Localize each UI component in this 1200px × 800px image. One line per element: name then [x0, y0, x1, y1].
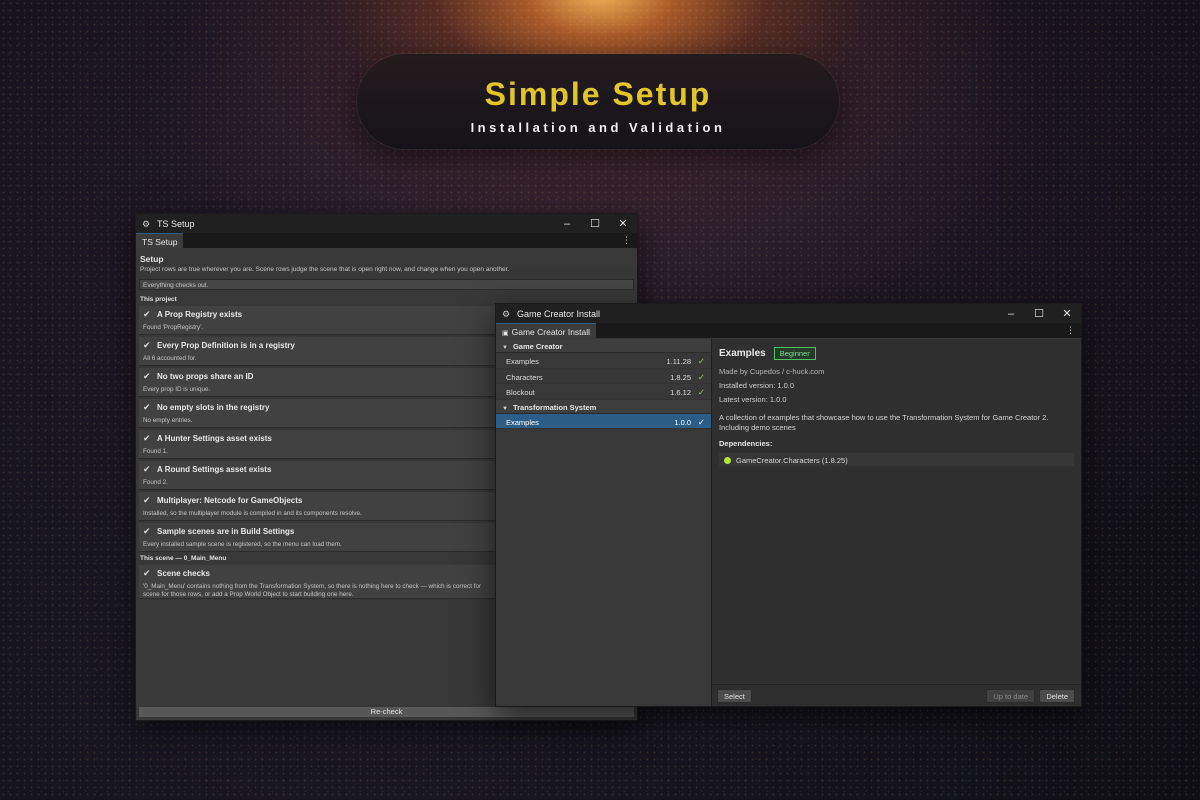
close-icon[interactable]: ✕	[609, 217, 637, 230]
checkmark-icon: ✔	[143, 340, 151, 350]
checkmark-icon: ✔	[143, 402, 151, 412]
checkmark-icon: ✔	[143, 433, 151, 443]
maximize-icon[interactable]: ☐	[1025, 307, 1053, 320]
project-section-label: This project	[140, 296, 177, 303]
ts-tabbar: TS Setup ⋮	[136, 233, 637, 248]
status-box: Everything checks out.	[139, 279, 634, 290]
latest-version: Latest version: 1.0.0	[719, 395, 787, 404]
checkmark-icon: ✓	[697, 356, 705, 366]
group-header[interactable]: ▼ Game Creator	[496, 339, 711, 353]
recheck-button[interactable]: Re-check	[139, 707, 634, 717]
package-item[interactable]: Examples 1.11.28 ✓	[496, 353, 711, 369]
ts-titlebar[interactable]: ⚙ TS Setup – ☐ ✕	[136, 214, 637, 233]
minimize-icon[interactable]: –	[553, 218, 581, 230]
window-icon: ▣	[502, 330, 509, 337]
triangle-down-icon: ▼	[502, 405, 508, 412]
checkmark-icon: ✔	[143, 309, 151, 319]
close-icon[interactable]: ✕	[1053, 307, 1081, 320]
installed-version: Installed version: 1.0.0	[719, 381, 795, 390]
package-item[interactable]: Characters 1.8.25 ✓	[496, 369, 711, 384]
setup-heading: Setup	[140, 254, 164, 264]
checkmark-icon: ✔	[143, 464, 151, 474]
ts-window-title: TS Setup	[157, 218, 195, 229]
maximize-icon[interactable]: ☐	[581, 217, 609, 230]
title-banner: Simple Setup Installation and Validation	[357, 54, 839, 149]
package-name: Examples	[506, 357, 539, 366]
difficulty-badge: Beginner	[773, 347, 816, 360]
package-version: 1.0.0	[674, 417, 691, 427]
gc-window-title: Game Creator Install	[517, 308, 601, 319]
kebab-icon[interactable]: ⋮	[1066, 325, 1075, 336]
package-item-selected[interactable]: Examples 1.0.0 ✓	[496, 413, 711, 429]
package-version: 1.11.28	[666, 357, 691, 366]
package-item[interactable]: Blockout 1.6.12 ✓	[496, 384, 711, 400]
checkmark-icon: ✓	[697, 416, 705, 427]
gc-tabbar: ▣ Game Creator Install ⋮	[496, 323, 1081, 338]
banner-subtitle: Installation and Validation	[470, 120, 726, 135]
delete-button[interactable]: Delete	[1039, 689, 1075, 703]
setup-description: Project rows are true wherever you are. …	[140, 266, 510, 273]
minimize-icon[interactable]: –	[997, 308, 1025, 320]
checkmark-icon: ✔	[143, 526, 151, 536]
gear-icon: ⚙	[142, 218, 151, 229]
dependency-item: GameCreator.Characters (1.8.25)	[719, 453, 1074, 466]
select-button[interactable]: Select	[717, 689, 752, 703]
package-name: Examples	[506, 417, 539, 427]
detail-footer: Select Up to date Delete	[712, 684, 1081, 706]
package-list: ▼ Game Creator Examples 1.11.28 ✓ Charact…	[496, 339, 712, 706]
game-creator-install-window: ⚙ Game Creator Install – ☐ ✕ ▣ Game Creat…	[495, 303, 1082, 707]
group-name: Transformation System	[512, 402, 597, 412]
checkmark-icon: ✔	[143, 567, 151, 578]
group-name: Game Creator	[512, 342, 563, 351]
detail-title: Examples	[719, 348, 766, 359]
tab-game-creator-install[interactable]: ▣ Game Creator Install	[496, 323, 597, 338]
checkmark-icon: ✓	[697, 371, 705, 382]
up-to-date-button[interactable]: Up to date	[986, 689, 1035, 703]
package-version: 1.8.25	[670, 372, 691, 382]
author-text: Made by Cupedos / c-huck.com	[719, 367, 825, 376]
banner-title: Simple Setup	[484, 76, 712, 112]
group-header[interactable]: ▼ Transformation System	[496, 399, 711, 414]
tab-ts-setup[interactable]: TS Setup	[136, 233, 184, 248]
kebab-icon[interactable]: ⋮	[622, 235, 631, 246]
package-version: 1.6.12	[670, 388, 691, 397]
package-name: Characters	[506, 372, 543, 382]
tab-label: Game Creator Install	[511, 327, 591, 337]
package-name: Blockout	[506, 388, 535, 397]
triangle-down-icon: ▼	[502, 345, 508, 351]
gc-main: ▼ Game Creator Examples 1.11.28 ✓ Charact…	[496, 339, 1081, 706]
gc-titlebar[interactable]: ⚙ Game Creator Install – ☐ ✕	[496, 304, 1081, 323]
package-description: A collection of examples that showcase h…	[719, 413, 1049, 432]
dependency-name: GameCreator.Characters (1.8.25)	[736, 456, 848, 466]
dependencies-heading: Dependencies:	[719, 439, 773, 448]
package-detail: Examples Beginner Made by Cupedos / c-hu…	[712, 339, 1081, 706]
status-dot-icon	[724, 457, 731, 465]
checkmark-icon: ✔	[143, 495, 151, 505]
detail-title-row: Examples Beginner	[719, 347, 1074, 360]
gear-icon: ⚙	[502, 308, 511, 319]
checkmark-icon: ✔	[143, 371, 151, 381]
checkmark-icon: ✓	[697, 387, 705, 397]
